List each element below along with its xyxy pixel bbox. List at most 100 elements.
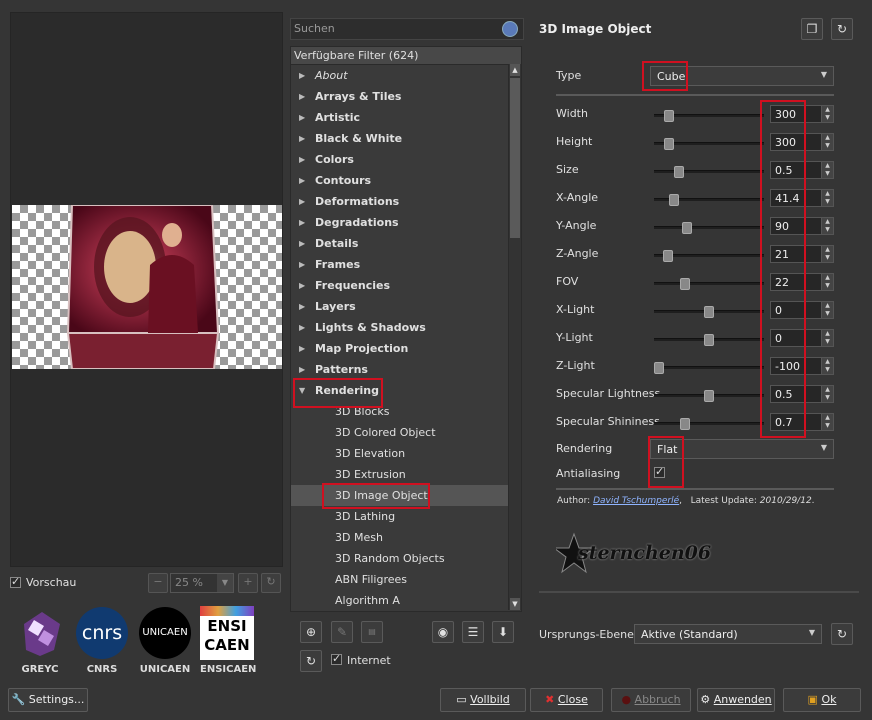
ensicaen-logo[interactable]: ENSI CAEN xyxy=(200,606,254,660)
filter-category[interactable]: ▶ Patterns xyxy=(291,359,521,380)
refresh-icon[interactable]: ↻ xyxy=(300,650,322,672)
filter-item[interactable]: 3D Image Object xyxy=(291,485,521,506)
spin-arrows-icon[interactable]: ▲ ▼ xyxy=(821,358,833,374)
filter-category[interactable]: ▶ Deformations xyxy=(291,191,521,212)
fullscreen-button[interactable]: ▭ Vollbild xyxy=(440,688,526,712)
zoom-reset-button[interactable]: ↻ xyxy=(261,573,281,593)
param-slider[interactable] xyxy=(654,362,764,374)
spin-arrows-icon[interactable]: ▲ ▼ xyxy=(821,330,833,346)
slider-handle[interactable] xyxy=(664,110,674,122)
param-slider[interactable] xyxy=(654,166,764,178)
chevron-right-icon[interactable]: ▶ xyxy=(299,107,305,128)
filter-category[interactable]: ▶ Arrays & Tiles xyxy=(291,86,521,107)
chevron-right-icon[interactable]: ▶ xyxy=(299,149,305,170)
zoom-out-button[interactable]: − xyxy=(148,573,168,593)
spin-arrows-icon[interactable]: ▲ ▼ xyxy=(821,162,833,178)
edit-fave-icon[interactable]: ✎ xyxy=(331,621,353,643)
type-select[interactable]: Cube ▼ xyxy=(650,66,834,86)
filter-item[interactable]: Algorithm A xyxy=(291,590,521,611)
add-fave-icon[interactable]: ⊕ xyxy=(300,621,322,643)
spin-arrows-icon[interactable]: ▲ ▼ xyxy=(821,106,833,122)
antialiasing-checkbox[interactable] xyxy=(654,465,665,481)
filter-category[interactable]: ▶ Contours xyxy=(291,170,521,191)
param-slider[interactable] xyxy=(654,222,764,234)
refresh-icon[interactable]: ↻ xyxy=(831,623,853,645)
param-spinbox[interactable]: 0.5 ▲ ▼ xyxy=(770,385,834,403)
filter-category[interactable]: ▶ Lights & Shadows xyxy=(291,317,521,338)
filter-category[interactable]: ▶ Details xyxy=(291,233,521,254)
param-slider[interactable] xyxy=(654,138,764,150)
scroll-up-icon[interactable]: ▲ xyxy=(510,64,520,76)
param-spinbox[interactable]: -100 ▲ ▼ xyxy=(770,357,834,375)
slider-handle[interactable] xyxy=(704,390,714,402)
slider-handle[interactable] xyxy=(663,250,673,262)
filter-category[interactable]: ▶ Black & White xyxy=(291,128,521,149)
filter-category[interactable]: ▶ About xyxy=(291,65,521,86)
param-spinbox[interactable]: 0.5 ▲ ▼ xyxy=(770,161,834,179)
filter-category[interactable]: ▶ Layers xyxy=(291,296,521,317)
close-button[interactable]: ✖ Close xyxy=(530,688,603,712)
filter-category[interactable]: ▶ Colors xyxy=(291,149,521,170)
chevron-right-icon[interactable]: ▶ xyxy=(299,317,305,338)
chevron-right-icon[interactable]: ▶ xyxy=(299,359,305,380)
internet-checkbox[interactable] xyxy=(331,652,342,668)
chevron-right-icon[interactable]: ▶ xyxy=(299,275,305,296)
input-layers-select[interactable]: Aktive (Standard) ▼ xyxy=(634,624,822,644)
slider-handle[interactable] xyxy=(674,166,684,178)
param-slider[interactable] xyxy=(654,334,764,346)
tree-scrollbar[interactable]: ▲ ▼ xyxy=(508,64,521,610)
param-slider[interactable] xyxy=(654,306,764,318)
slider-handle[interactable] xyxy=(682,222,692,234)
chevron-right-icon[interactable]: ▶ xyxy=(299,65,305,86)
filter-item[interactable]: 3D Colored Object xyxy=(291,422,521,443)
filter-item[interactable]: ABN Filigrees xyxy=(291,569,521,590)
cnrs-logo[interactable]: cnrs xyxy=(76,607,128,659)
param-spinbox[interactable]: 300 ▲ ▼ xyxy=(770,133,834,151)
filter-item[interactable]: 3D Mesh xyxy=(291,527,521,548)
chevron-right-icon[interactable]: ▶ xyxy=(299,128,305,149)
spin-arrows-icon[interactable]: ▲ ▼ xyxy=(821,246,833,262)
slider-handle[interactable] xyxy=(664,138,674,150)
filter-item[interactable]: 3D Random Objects xyxy=(291,548,521,569)
filter-category[interactable]: ▶ Artistic xyxy=(291,107,521,128)
chevron-right-icon[interactable]: ▶ xyxy=(299,86,305,107)
param-slider[interactable] xyxy=(654,194,764,206)
splitter[interactable] xyxy=(539,591,859,593)
slider-handle[interactable] xyxy=(680,278,690,290)
chevron-right-icon[interactable]: ▶ xyxy=(299,170,305,191)
chevron-down-icon[interactable]: ▼ xyxy=(217,574,233,592)
unicaen-logo[interactable]: UNICAEN xyxy=(139,607,191,659)
param-spinbox[interactable]: 0.7 ▲ ▼ xyxy=(770,413,834,431)
param-slider[interactable] xyxy=(654,110,764,122)
zoom-field[interactable]: 25 % ▼ xyxy=(170,573,234,593)
color-icon[interactable]: ◉ xyxy=(432,621,454,643)
apply-button[interactable]: ⚙ Anwenden xyxy=(697,688,775,712)
settings-button[interactable]: 🔧 Settings... xyxy=(8,688,88,712)
ok-button[interactable]: ▣ Ok xyxy=(783,688,861,712)
filter-item[interactable]: 3D Lathing xyxy=(291,506,521,527)
chevron-right-icon[interactable]: ▶ xyxy=(299,233,305,254)
slider-handle[interactable] xyxy=(669,194,679,206)
search-input[interactable]: Suchen xyxy=(290,18,524,40)
param-spinbox[interactable]: 22 ▲ ▼ xyxy=(770,273,834,291)
filter-category[interactable]: ▶ Degradations xyxy=(291,212,521,233)
list-view-icon[interactable]: ☰ xyxy=(462,621,484,643)
author-link[interactable]: David Tschumperlé xyxy=(593,496,679,506)
rendering-select[interactable]: Flat ▼ xyxy=(650,439,834,459)
reset-params-icon[interactable]: ↻ xyxy=(831,18,853,40)
param-spinbox[interactable]: 90 ▲ ▼ xyxy=(770,217,834,235)
filter-item[interactable]: 3D Extrusion xyxy=(291,464,521,485)
chevron-right-icon[interactable]: ▶ xyxy=(299,191,305,212)
zoom-in-button[interactable]: + xyxy=(238,573,258,593)
slider-handle[interactable] xyxy=(680,418,690,430)
filter-category[interactable]: ▼ Rendering xyxy=(291,380,521,401)
chevron-right-icon[interactable]: ▶ xyxy=(299,338,305,359)
spin-arrows-icon[interactable]: ▲ ▼ xyxy=(821,134,833,150)
cancel-button[interactable]: ● Abbruch xyxy=(611,688,691,712)
chevron-down-icon[interactable]: ▼ xyxy=(299,380,305,401)
download-icon[interactable]: ⬇ xyxy=(492,621,514,643)
spin-arrows-icon[interactable]: ▲ ▼ xyxy=(821,302,833,318)
slider-handle[interactable] xyxy=(654,362,664,374)
preview-checkbox[interactable] xyxy=(10,575,21,591)
param-spinbox[interactable]: 0 ▲ ▼ xyxy=(770,301,834,319)
